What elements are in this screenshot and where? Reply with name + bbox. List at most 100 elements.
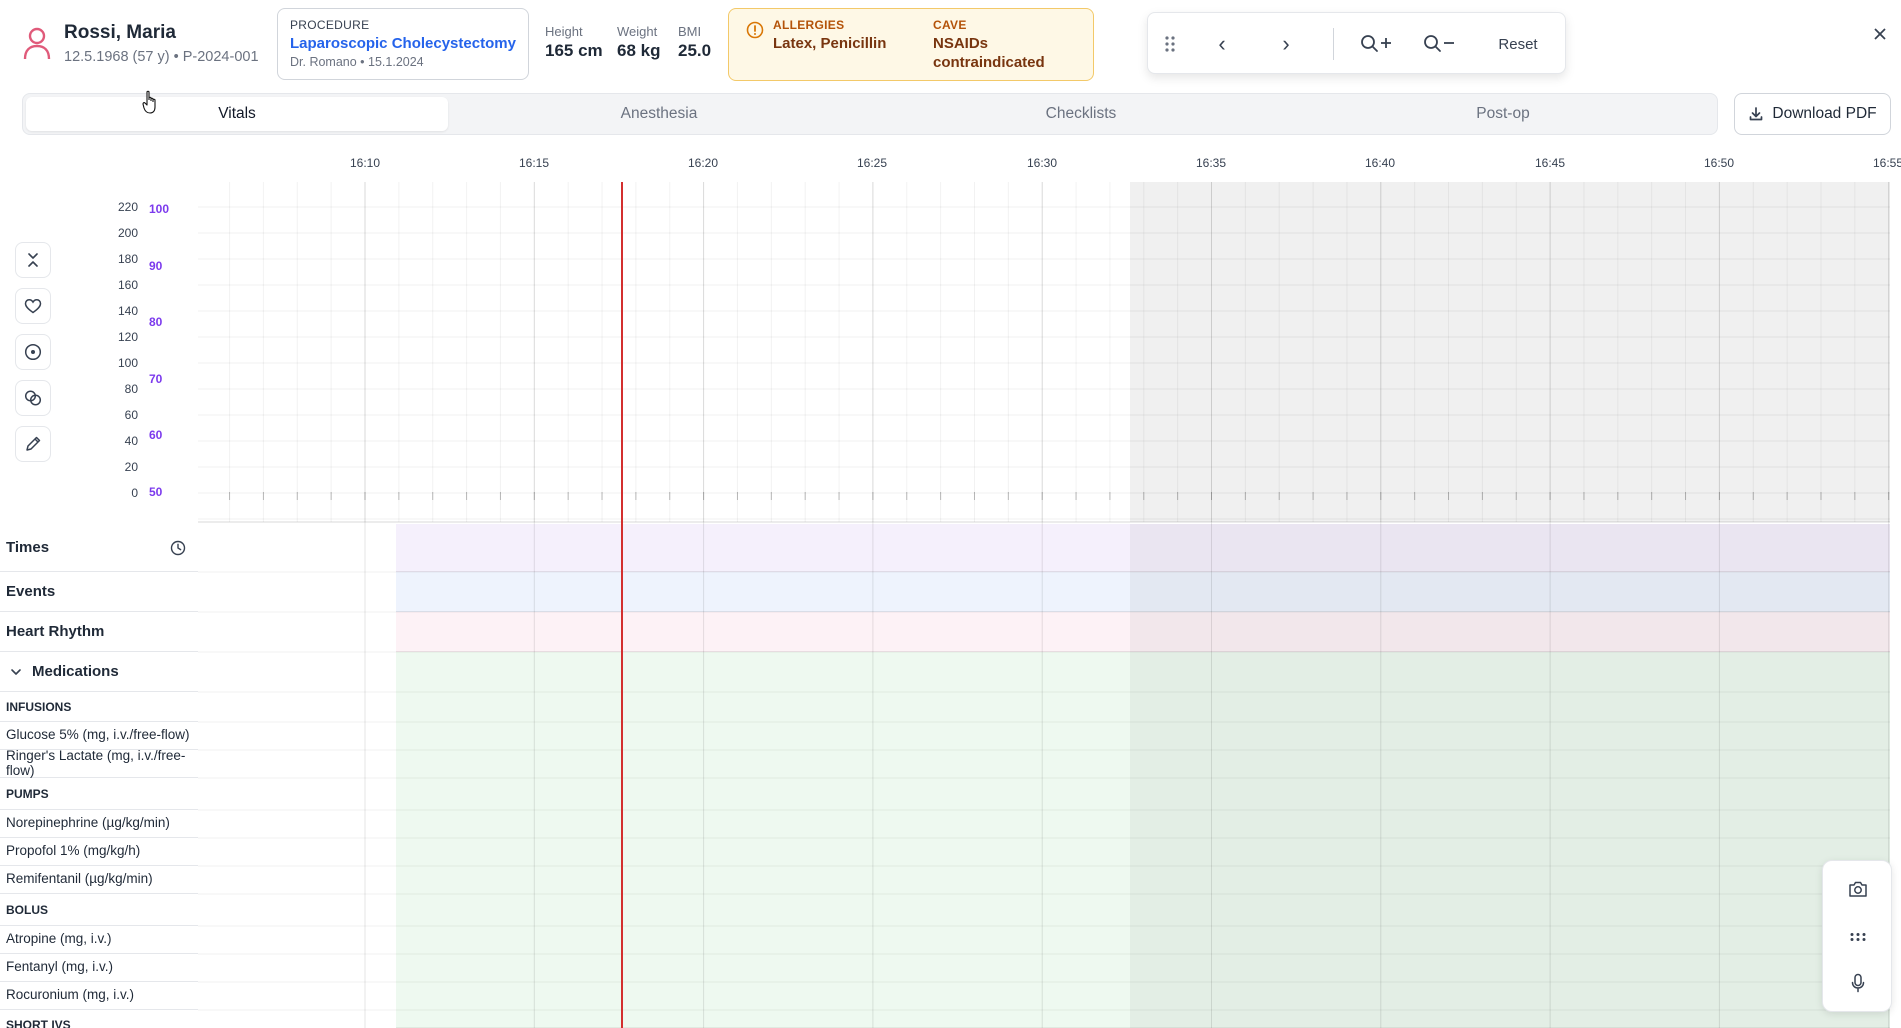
download-pdf-button[interactable]: Download PDF <box>1734 93 1891 135</box>
time-label: 16:25 <box>856 156 888 170</box>
med-row-label: Glucose 5% (mg, i.v./free-flow) <box>6 727 190 743</box>
tab-checklists[interactable]: Checklists <box>870 97 1292 131</box>
weight-label: Weight <box>617 24 658 39</box>
collapse-button[interactable] <box>15 242 51 278</box>
axis-tick-left: 140 <box>117 304 138 318</box>
axis-tick-right: 60 <box>149 428 163 443</box>
section-short-ivs: SHORT IVS <box>0 1010 198 1028</box>
tab-vitals[interactable]: Vitals <box>26 97 448 131</box>
download-icon <box>1750 107 1763 121</box>
drag-handle-icon[interactable] <box>1148 13 1192 75</box>
axis-tick-left: 20 <box>124 460 138 474</box>
med-row-label: Remifentanil (µg/kg/min) <box>6 871 153 887</box>
height-label: Height <box>545 24 583 39</box>
target-icon <box>24 343 42 361</box>
bmi-value: 25.0 <box>678 41 712 60</box>
floating-action-panel <box>1822 860 1892 1012</box>
row-events-label: Events <box>6 583 56 600</box>
close-button[interactable] <box>1866 20 1894 48</box>
procedure-surgeon-date: Dr. Romano • 15.1.2024 <box>290 55 424 69</box>
axis-tick-right: 70 <box>149 371 163 386</box>
time-label: 16:40 <box>1364 156 1396 170</box>
heart-icon <box>24 299 42 314</box>
microphone-button[interactable] <box>1823 961 1893 1005</box>
axis-tick-right: 90 <box>149 258 163 273</box>
axis-tick-left: 40 <box>124 434 138 448</box>
bmi-label: BMI <box>678 24 702 39</box>
link-icon <box>24 390 42 406</box>
download-pdf-label: Download PDF <box>1772 105 1877 122</box>
zoom-in-icon <box>1361 35 1391 52</box>
section-bolus-label: BOLUS <box>6 902 48 917</box>
med-row-label: Rocuronium (mg, i.v.) <box>6 987 135 1003</box>
med-row[interactable]: Ringer's Lactate (mg, i.v./free-flow) <box>0 748 198 778</box>
time-label: 16:50 <box>1703 156 1735 170</box>
camera-icon <box>1849 881 1867 897</box>
time-label: 16:30 <box>1026 156 1058 170</box>
axis-tick-right: 50 <box>149 485 163 499</box>
med-row-label: Ringer's Lactate (mg, i.v./free-flow) <box>6 748 186 778</box>
zoom-in-button[interactable] <box>1355 13 1399 75</box>
grid-lines <box>198 182 1890 1028</box>
grid-dots-button[interactable] <box>1823 915 1893 959</box>
med-row[interactable]: Norepinephrine (µg/kg/min) <box>0 810 198 838</box>
axis-tick-left: 80 <box>124 382 138 396</box>
patient-info: Rossi, Maria 12.5.1968 (57 y) • P-2024-0… <box>22 22 259 65</box>
zoom-out-button[interactable] <box>1418 13 1462 75</box>
user-icon <box>23 27 51 60</box>
time-label: 16:35 <box>1195 156 1227 170</box>
axis-tick-right: 80 <box>149 315 163 330</box>
med-row-label: Atropine (mg, i.v.) <box>6 931 112 947</box>
med-row[interactable]: Atropine (mg, i.v.) <box>0 926 198 954</box>
microphone-icon <box>1851 973 1865 993</box>
med-row[interactable]: Glucose 5% (mg, i.v./free-flow) <box>0 722 198 750</box>
clock-icon[interactable] <box>170 540 186 556</box>
allergies-section: ALLERGIES Latex, Penicillin <box>773 18 923 54</box>
reset-button[interactable]: Reset <box>1483 13 1553 75</box>
header: Rossi, Maria 12.5.1968 (57 y) • P-2024-0… <box>0 0 1901 90</box>
row-heart-rhythm-label: Heart Rhythm <box>6 623 105 640</box>
axis-tick-left: 100 <box>117 356 138 370</box>
med-row[interactable]: Remifentanil (µg/kg/min) <box>0 866 198 894</box>
axis-tick-left: 120 <box>117 330 138 344</box>
heart-button[interactable] <box>15 288 51 324</box>
chevron-down-icon[interactable] <box>10 666 22 678</box>
time-label: 16:15 <box>518 156 550 170</box>
med-row-label: Norepinephrine (µg/kg/min) <box>6 815 170 831</box>
pencil-button[interactable] <box>15 426 51 462</box>
med-row-label: Propofol 1% (mg/kg/h) <box>6 843 141 859</box>
tab-anesthesia[interactable]: Anesthesia <box>448 97 870 131</box>
prev-button[interactable]: ‹ <box>1200 13 1244 75</box>
cave-label: CAVE <box>933 18 967 32</box>
link-button[interactable] <box>15 380 51 416</box>
mouse-cursor-icon <box>142 90 156 114</box>
med-row[interactable]: Propofol 1% (mg/kg/h) <box>0 838 198 866</box>
time-label: 16:55 <box>1872 156 1901 170</box>
row-times-label: Times <box>6 539 50 556</box>
pencil-icon <box>26 436 41 451</box>
section-infusions: INFUSIONS <box>0 692 198 722</box>
axis-tick-right: 100 <box>149 202 170 216</box>
camera-button[interactable] <box>1823 867 1893 911</box>
procedure-card[interactable]: PROCEDURE Laparoscopic Cholecystectomy D… <box>277 8 529 80</box>
patient-name: Rossi, Maria <box>64 22 176 43</box>
bmi-measure: BMI 25.0 <box>678 24 711 61</box>
row-times[interactable]: Times <box>0 524 198 572</box>
next-button[interactable]: › <box>1264 13 1308 75</box>
row-medications[interactable]: Medications <box>0 652 198 692</box>
zoom-out-icon <box>1424 35 1454 52</box>
timeline-toolbar: ‹ › Reset <box>1147 12 1566 74</box>
row-heart-rhythm[interactable]: Heart Rhythm <box>0 612 198 652</box>
med-row[interactable]: Rocuronium (mg, i.v.) <box>0 982 198 1010</box>
med-row[interactable]: Fentanyl (mg, i.v.) <box>0 954 198 982</box>
row-events[interactable]: Events <box>0 572 198 612</box>
tab-post-op[interactable]: Post-op <box>1292 97 1714 131</box>
section-bolus: BOLUS <box>0 894 198 926</box>
tab-bar: Vitals Anesthesia Checklists Post-op <box>22 93 1718 135</box>
grid-dots-icon <box>1850 933 1866 941</box>
target-button[interactable] <box>15 334 51 370</box>
cave-section: CAVE NSAIDs contraindicated <box>933 18 1083 73</box>
allergies-value: Latex, Penicillin <box>773 35 887 52</box>
procedure-name[interactable]: Laparoscopic Cholecystectomy <box>290 35 516 52</box>
section-infusions-label: INFUSIONS <box>6 699 72 714</box>
